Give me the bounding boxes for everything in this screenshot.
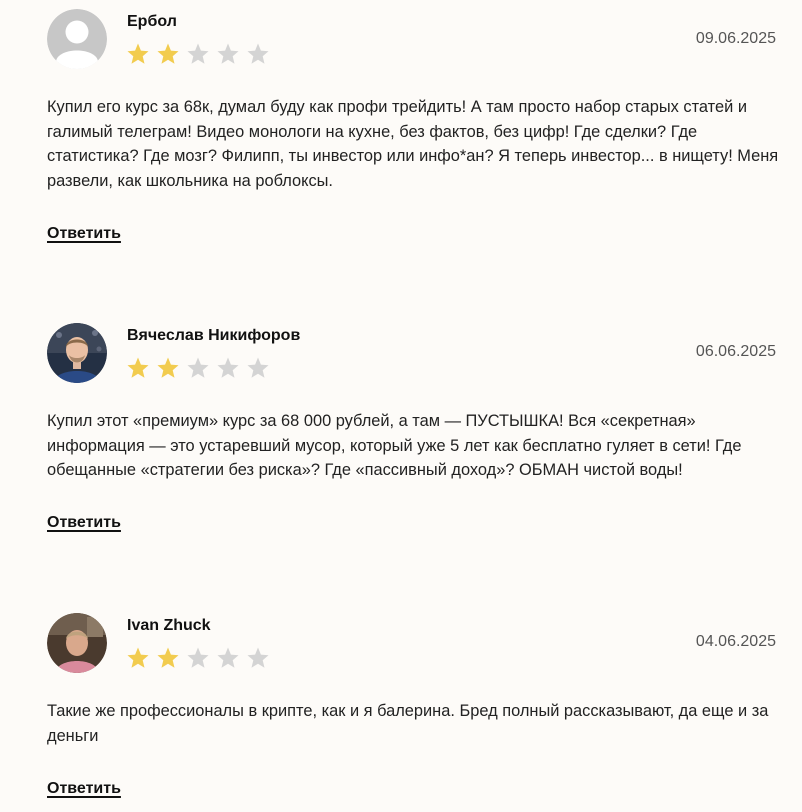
star-empty-icon <box>187 357 209 378</box>
reply-button[interactable]: Ответить <box>47 225 121 243</box>
review-author: Вячеслав Никифоров <box>127 327 301 344</box>
star-empty-icon <box>187 647 209 668</box>
review-author: Ivan Zhuck <box>127 617 211 634</box>
review-author: Ербол <box>127 13 177 30</box>
star-rating <box>126 42 276 66</box>
star-filled-icon <box>127 647 149 668</box>
star-empty-icon <box>217 357 239 378</box>
review-text: Такие же профессионалы в крипте, как и я… <box>47 702 769 745</box>
review-date: 06.06.2025 <box>695 343 776 360</box>
star-empty-icon <box>217 43 239 64</box>
review-text: Купил этот «премиум» курс за 68 000 рубл… <box>47 412 742 479</box>
star-filled-icon <box>127 43 149 64</box>
default-avatar-icon <box>47 9 107 69</box>
star-empty-icon <box>187 43 209 64</box>
review-text: Купил его курс за 68к, думал буду как пр… <box>47 98 779 190</box>
star-empty-icon <box>247 357 269 378</box>
review-date: 09.06.2025 <box>695 30 776 47</box>
avatar <box>47 613 107 673</box>
reply-button[interactable]: Ответить <box>47 514 121 532</box>
star-empty-icon <box>217 647 239 668</box>
review-date: 04.06.2025 <box>695 633 776 650</box>
reply-button[interactable]: Ответить <box>47 780 121 798</box>
star-empty-icon <box>247 647 269 668</box>
star-rating <box>126 646 276 670</box>
star-filled-icon <box>157 43 179 64</box>
star-filled-icon <box>127 357 149 378</box>
star-empty-icon <box>247 43 269 64</box>
avatar <box>47 323 107 383</box>
star-filled-icon <box>157 647 179 668</box>
star-filled-icon <box>157 357 179 378</box>
star-rating <box>126 356 276 380</box>
